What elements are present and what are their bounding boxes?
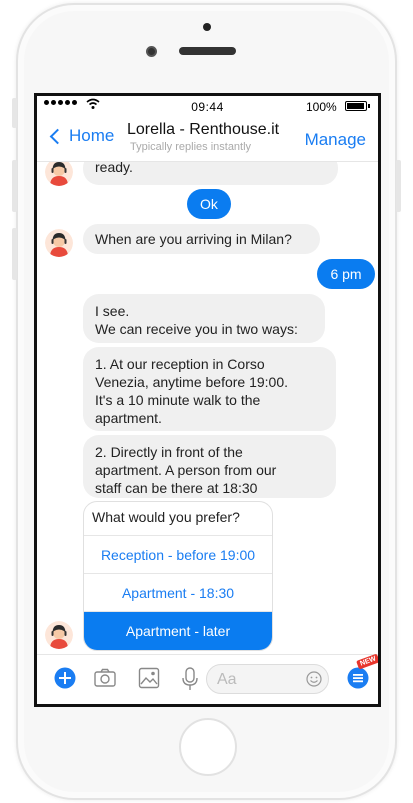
agent-avatar <box>45 162 73 186</box>
back-button[interactable]: Home <box>49 126 114 146</box>
power-button <box>396 160 401 212</box>
sensor-dot <box>203 23 211 31</box>
screen: 09:44 100% Home Lorella - Renthouse.it T… <box>34 93 381 707</box>
status-bar: 09:44 100% <box>37 96 378 118</box>
message-thread[interactable]: ready. Ok When are you arriving in Milan… <box>37 162 378 651</box>
plus-icon[interactable] <box>54 667 76 689</box>
volume-down-button <box>12 228 17 280</box>
user-message: Ok <box>187 189 231 219</box>
volume-up-button <box>12 160 17 212</box>
bot-message: 1. At our reception in Corso Venezia, an… <box>83 347 336 431</box>
mute-switch <box>12 98 17 128</box>
user-message: 6 pm <box>317 259 375 289</box>
quick-reply-option[interactable]: Apartment - 18:30 <box>84 574 272 612</box>
emoji-icon[interactable] <box>306 671 322 687</box>
gallery-icon[interactable] <box>138 667 160 689</box>
quick-reply-option[interactable]: Reception - before 19:00 <box>84 536 272 574</box>
chevron-left-icon <box>49 128 66 144</box>
battery-icon <box>345 101 370 111</box>
earpiece-speaker <box>179 47 236 55</box>
quick-reply-card: What would you prefer? Reception - befor… <box>83 501 273 651</box>
agent-avatar <box>45 621 73 649</box>
battery-percentage: 100% <box>306 100 337 114</box>
bot-message: When are you arriving in Milan? <box>83 224 320 254</box>
back-label: Home <box>69 126 115 145</box>
manage-button[interactable]: Manage <box>305 130 366 150</box>
bot-message: 2. Directly in front of the apartment. A… <box>83 435 336 498</box>
conversation-header: Home Lorella - Renthouse.it Typically re… <box>37 118 378 162</box>
camera-icon[interactable] <box>94 667 116 689</box>
message-composer: Aa NEW <box>37 653 378 704</box>
microphone-icon[interactable] <box>181 667 199 691</box>
contact-name[interactable]: Lorella - Renthouse.it <box>127 121 287 139</box>
menu-icon[interactable] <box>347 667 369 689</box>
home-button[interactable] <box>179 718 237 776</box>
response-time-note: Typically replies instantly <box>130 141 252 153</box>
front-camera <box>146 46 157 57</box>
quick-reply-option-selected[interactable]: Apartment - later <box>84 612 272 650</box>
bot-message: ready. <box>83 162 338 185</box>
quick-reply-question: What would you prefer? <box>84 502 272 536</box>
agent-avatar <box>45 229 73 257</box>
bot-message: I see. We can receive you in two ways: <box>83 294 325 343</box>
